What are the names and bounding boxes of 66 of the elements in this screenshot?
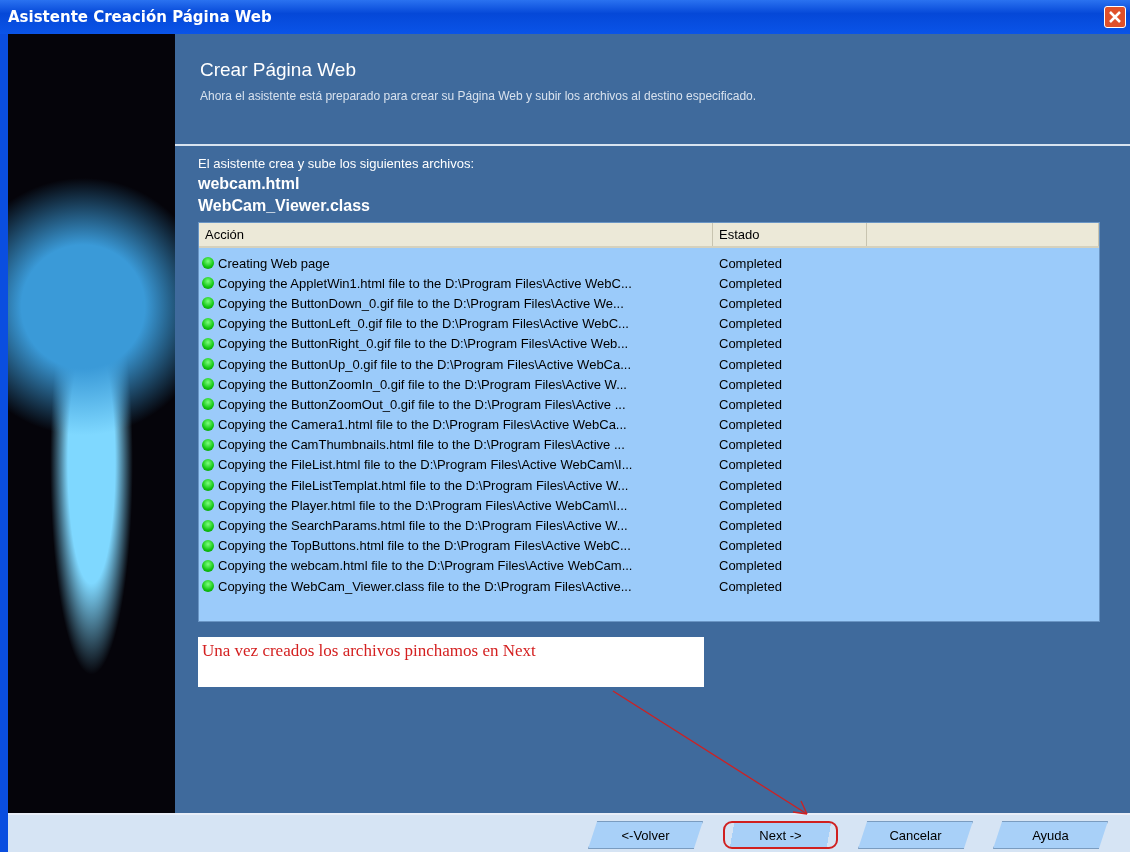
table-cell: Completed xyxy=(719,396,782,412)
table-cell: Completed xyxy=(719,376,782,392)
status-icon xyxy=(202,257,214,270)
table-cell: Completed xyxy=(719,295,782,311)
table-cell: Completed xyxy=(719,538,782,554)
table-cell: Copying the FileList.html file to the D:\Program Files\Active WebCam\I... xyxy=(218,457,633,473)
table-cell: Copying the ButtonLeft_0.gif file to the D:\Program Files\Active WebC... xyxy=(218,316,629,332)
status-icon xyxy=(202,297,214,310)
status-icon xyxy=(202,398,214,411)
table-cell: Completed xyxy=(719,275,782,291)
files-intro: El asistente crea y sube los siguientes archivos: xyxy=(198,156,476,171)
table-cell: Copying the webcam.html file to the D:\Program Files\Active WebCam... xyxy=(218,558,633,574)
table-cell: Copying the ButtonZoomOut_0.gif file to the D:\Program Files\Active ... xyxy=(218,396,626,412)
table-cell: Copying the SearchParams.html file to the D:\Program Files\Active W... xyxy=(218,518,628,534)
table-cell: Completed xyxy=(719,518,782,534)
status-icon xyxy=(202,438,214,451)
table-cell: Completed xyxy=(719,255,782,271)
status-icon xyxy=(202,418,214,431)
status-icon xyxy=(202,539,214,552)
page-subtitle: Ahora el asistente está preparado para crear su Página Web y subir los archivos al destino especificado. xyxy=(200,89,758,103)
table-cell: Copying the FileListTemplat.html file to the D:\Program Files\Active W... xyxy=(218,477,629,493)
status-icon xyxy=(202,277,214,290)
table-cell: Completed xyxy=(719,457,782,473)
table-cell: Completed xyxy=(719,558,782,574)
wizard-button[interactable]: Next -> xyxy=(723,821,838,849)
table-cell: Copying the TopButtons.html file to the D:\Program Files\Active WebC... xyxy=(218,538,631,554)
page-heading: Crear Página Web xyxy=(200,59,357,81)
status-icon xyxy=(202,458,214,471)
status-icon xyxy=(202,358,214,371)
status-icon xyxy=(202,378,214,391)
table-cell: Completed xyxy=(719,437,782,453)
table-cell: Copying the WebCam_Viewer.class file to the D:\Program Files\Active... xyxy=(218,578,632,594)
table-cell: Completed xyxy=(719,417,782,433)
table-cell: Completed xyxy=(719,578,782,594)
window-title: Asistente Creación Página Web xyxy=(8,8,272,26)
table-cell: Completed xyxy=(719,356,782,372)
table-cell: Completed xyxy=(719,316,782,332)
status-icon xyxy=(202,317,214,330)
column-header[interactable]: Estado xyxy=(713,223,867,246)
table-cell: Completed xyxy=(719,336,782,352)
wizard-button[interactable]: Cancelar xyxy=(858,821,973,849)
table-cell: Creating Web page xyxy=(218,255,330,271)
status-icon xyxy=(202,580,214,593)
status-icon xyxy=(202,337,214,350)
file-name: WebCam_Viewer.class xyxy=(198,197,371,215)
status-icon xyxy=(202,559,214,572)
file-name: webcam.html xyxy=(198,175,301,193)
close-icon xyxy=(1107,9,1123,25)
annotation-note: Una vez creados los archivos pinchamos en Next xyxy=(198,637,704,687)
status-icon xyxy=(202,519,214,532)
status-icon xyxy=(202,499,214,512)
table-cell: Copying the CamThumbnails.html file to the D:\Program Files\Active ... xyxy=(218,437,625,453)
table-cell: Copying the ButtonZoomIn_0.gif file to the D:\Program Files\Active W... xyxy=(218,376,627,392)
wizard-button[interactable]: <-Volver xyxy=(588,821,703,849)
table-cell: Completed xyxy=(719,497,782,513)
table-cell: Completed xyxy=(719,477,782,493)
close-button[interactable] xyxy=(1104,6,1126,28)
table-cell: Copying the Camera1.html file to the D:\Program Files\Active WebCa... xyxy=(218,417,627,433)
column-header[interactable]: Acción xyxy=(199,223,713,246)
status-icon xyxy=(202,479,214,492)
table-cell: Copying the ButtonDown_0.gif file to the D:\Program Files\Active We... xyxy=(218,295,624,311)
table-cell: Copying the AppletWin1.html file to the D:\Program Files\Active WebC... xyxy=(218,275,632,291)
table-cell: Copying the ButtonRight_0.gif file to the D:\Program Files\Active Web... xyxy=(218,336,629,352)
table-cell: Copying the Player.html file to the D:\Program Files\Active WebCam\I... xyxy=(218,497,628,513)
table-cell: Copying the ButtonUp_0.gif file to the D:\Program Files\Active WebCa... xyxy=(218,356,632,372)
wizard-button[interactable]: Ayuda xyxy=(993,821,1108,849)
